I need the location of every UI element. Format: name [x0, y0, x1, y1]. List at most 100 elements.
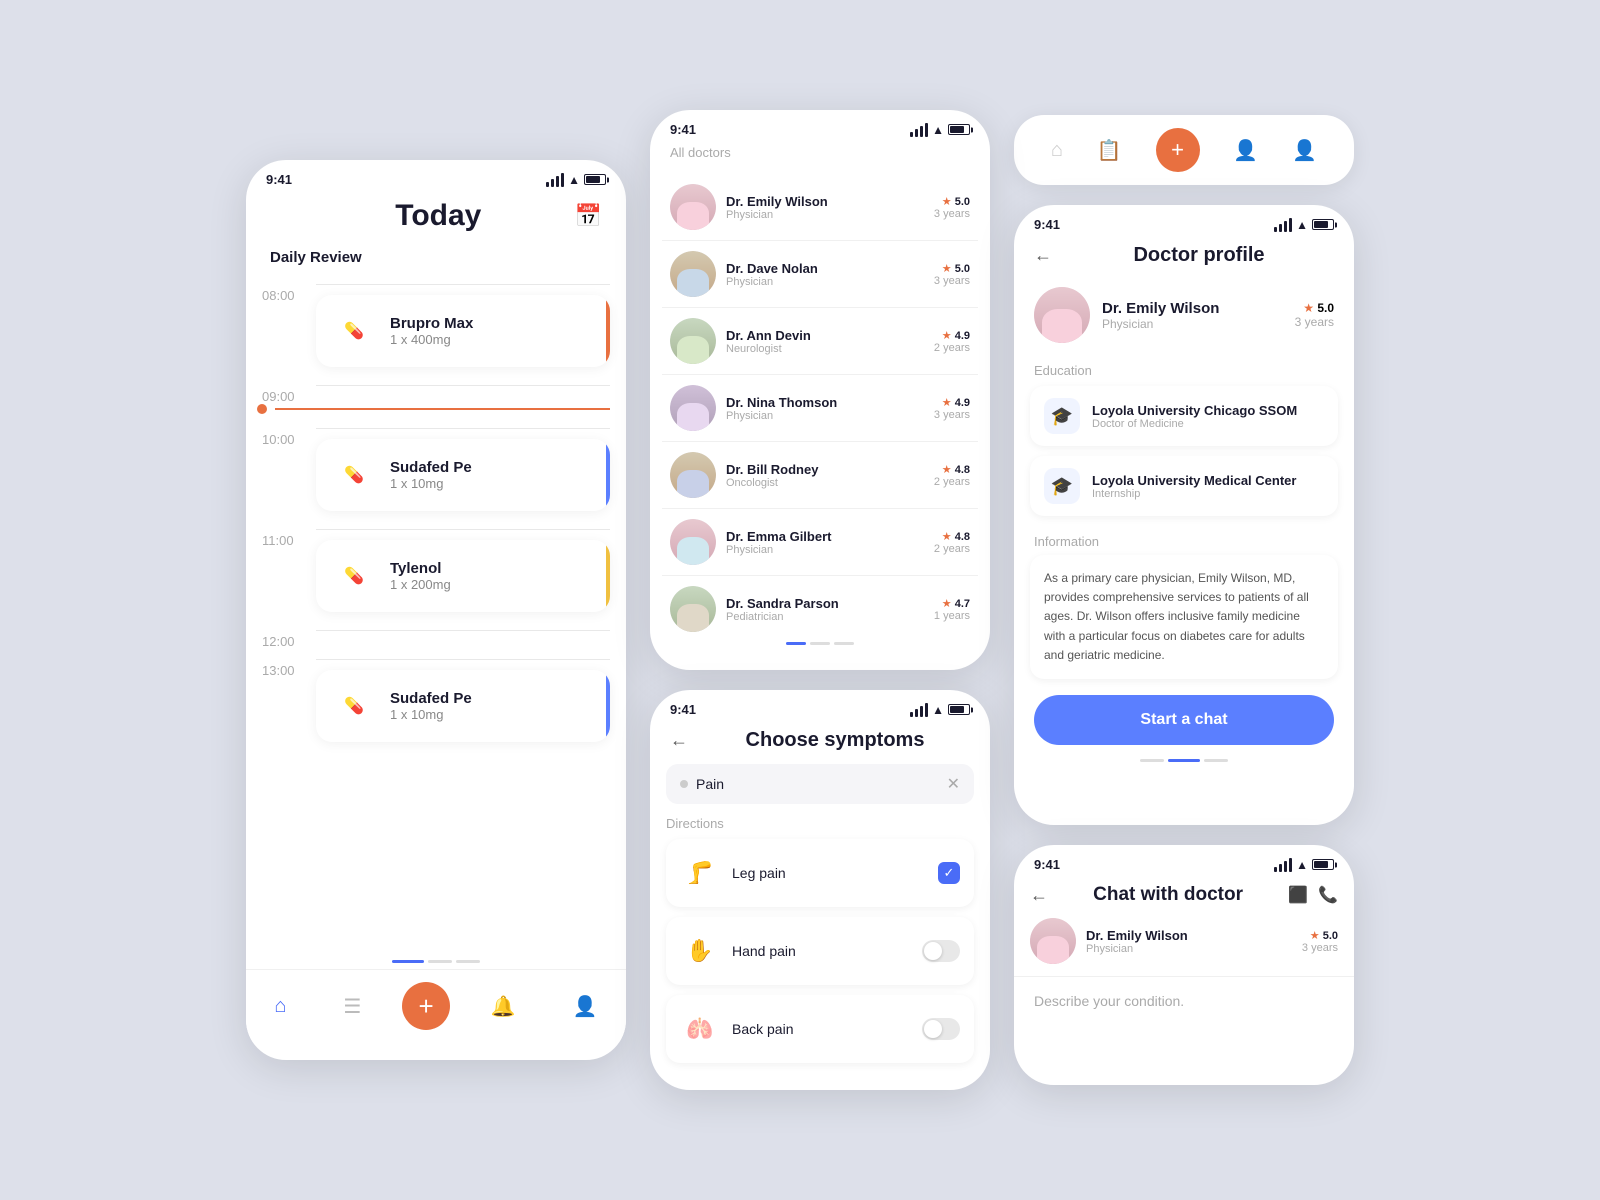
doctor-row-2[interactable]: Dr. Ann Devin Neurologist ★ 4.9 2 years: [662, 308, 978, 375]
profile-doctor-info: Dr. Emily Wilson Physician: [1102, 300, 1283, 331]
avatar-face-1: [670, 251, 716, 297]
med-card-brupro[interactable]: 💊 Brupro Max 1 x 400mg: [316, 295, 610, 367]
symptoms-search-bar[interactable]: Pain ✕: [666, 764, 974, 804]
edu-school-1: Loyola University Medical Center: [1092, 473, 1296, 488]
doctor-row-4[interactable]: Dr. Bill Rodney Oncologist ★ 4.8 2 years: [662, 442, 978, 509]
now-dot: [257, 404, 267, 414]
time-label-1100: 11:00: [262, 519, 304, 548]
doctor-row-6[interactable]: Dr. Sandra Parson Pediatrician ★ 4.7 1 y…: [662, 576, 978, 634]
chat-back-button[interactable]: ←: [1030, 885, 1048, 906]
doctor-info-5: Dr. Emma Gilbert Physician: [726, 529, 924, 556]
battery-icon-doctors: [948, 124, 970, 135]
screen-symptoms: 9:41 ▲ ← Choose symptoms Pain ✕ Directio…: [650, 690, 990, 1090]
profile-title: Doctor profile: [1064, 244, 1334, 267]
today-title: Today: [302, 199, 575, 233]
med-name-tylenol: Tylenol: [390, 560, 596, 577]
bell-icon: 🔔: [491, 994, 516, 1019]
nav-bell[interactable]: 🔔: [475, 990, 532, 1023]
med-card-sudafed2[interactable]: 💊 Sudafed Pe 1 x 10mg: [316, 670, 610, 742]
video-call-icon[interactable]: ⬛: [1288, 885, 1308, 905]
scroll-dot-3: [834, 642, 854, 645]
topnav-home-icon[interactable]: ⌂: [1051, 139, 1063, 162]
scroll-indicator-doctors: [650, 634, 990, 653]
chat-doctor-spec: Physician: [1086, 943, 1292, 955]
doctor-spec-5: Physician: [726, 544, 924, 556]
med-card-sudafed1[interactable]: 💊 Sudafed Pe 1 x 10mg: [316, 439, 610, 511]
med-dose-sudafed2: 1 x 10mg: [390, 707, 596, 722]
doctor-row-3[interactable]: Dr. Nina Thomson Physician ★ 4.9 3 years: [662, 375, 978, 442]
status-icons-symptoms: ▲: [910, 703, 970, 717]
edu-card-1: 🎓 Loyola University Medical Center Inter…: [1030, 456, 1338, 516]
profile-avatar-face: [1034, 287, 1090, 343]
nav-profile[interactable]: 👤: [557, 990, 614, 1023]
symptom-back-pain[interactable]: 🫁 Back pain: [666, 995, 974, 1063]
profile-doctor-avatar: [1034, 287, 1090, 343]
edu-degree-1: Internship: [1092, 488, 1296, 500]
avatar-face-4: [670, 452, 716, 498]
doctor-name-0: Dr. Emily Wilson: [726, 194, 924, 209]
signal-icon-profile: [1274, 218, 1292, 232]
calendar-button[interactable]: 📅: [575, 203, 602, 229]
screen-today: 9:41 ▲ Today 📅 Daily Review 08:00 💊: [246, 160, 626, 1060]
edu-icon-1: 🎓: [1044, 468, 1080, 504]
doctor-row-1[interactable]: Dr. Dave Nolan Physician ★ 5.0 3 years: [662, 241, 978, 308]
avatar-face-2: [670, 318, 716, 364]
doctor-avatar-0: [670, 184, 716, 230]
edu-icon-0: 🎓: [1044, 398, 1080, 434]
symptom-leg-name: Leg pain: [732, 865, 926, 881]
now-line-bar: [275, 408, 610, 410]
status-bar-profile: 9:41 ▲: [1014, 205, 1354, 236]
med-info-tylenol: Tylenol 1 x 200mg: [390, 560, 596, 592]
symptoms-back-button[interactable]: ←: [670, 730, 688, 751]
symptom-back-toggle[interactable]: [922, 1018, 960, 1040]
search-clear-button[interactable]: ✕: [947, 774, 960, 794]
topnav-plus-button[interactable]: +: [1156, 128, 1200, 172]
back-icon: 🫁: [680, 1009, 720, 1049]
med-dose-brupro: 1 x 400mg: [390, 332, 596, 347]
battery-icon-symptoms: [948, 704, 970, 715]
symptom-hand-pain[interactable]: ✋ Hand pain: [666, 917, 974, 985]
med-indicator-sudafed1: [606, 439, 610, 511]
toggle-knob-back: [924, 1020, 942, 1038]
avatar-face-0: [670, 184, 716, 230]
profile-back-button[interactable]: ←: [1034, 245, 1052, 266]
symptom-leg-check[interactable]: ✓: [938, 862, 960, 884]
status-time-chat: 9:41: [1034, 857, 1060, 872]
doctor-rating-1: ★ 5.0 3 years: [934, 262, 970, 287]
doctor-spec-0: Physician: [726, 209, 924, 221]
symptom-hand-toggle[interactable]: [922, 940, 960, 962]
chat-doctor-avatar: [1030, 918, 1076, 964]
time-label-1200: 12:00: [262, 620, 304, 649]
doctor-avatar-5: [670, 519, 716, 565]
chat-doctor-row: Dr. Emily Wilson Physician ★ 5.0 3 years: [1014, 918, 1354, 977]
topnav-person-icon[interactable]: 👤: [1292, 138, 1317, 163]
leg-icon: 🦵: [680, 853, 720, 893]
symptom-leg-pain[interactable]: 🦵 Leg pain ✓: [666, 839, 974, 907]
chat-actions: ⬛ 📞: [1288, 885, 1338, 905]
status-bar-today: 9:41 ▲: [246, 160, 626, 191]
topnav-person-outline-icon[interactable]: 👤: [1233, 138, 1258, 163]
doctor-row-5[interactable]: Dr. Emma Gilbert Physician ★ 4.8 2 years: [662, 509, 978, 576]
phone-call-icon[interactable]: 📞: [1318, 885, 1338, 905]
status-icons-profile: ▲: [1274, 218, 1334, 232]
doctor-row-0[interactable]: Dr. Emily Wilson Physician ★ 5.0 3 years: [662, 174, 978, 241]
med-card-tylenol[interactable]: 💊 Tylenol 1 x 200mg: [316, 540, 610, 612]
doctor-name-2: Dr. Ann Devin: [726, 328, 924, 343]
bottom-nav-today: ⌂ ☰ + 🔔 👤: [246, 969, 626, 1042]
nav-home[interactable]: ⌂: [258, 991, 302, 1022]
battery-icon-chat: [1312, 859, 1334, 870]
profile-dot-1: [1140, 759, 1164, 762]
search-dot-icon: [680, 780, 688, 788]
start-chat-button[interactable]: Start a chat: [1034, 695, 1334, 745]
doctor-info-0: Dr. Emily Wilson Physician: [726, 194, 924, 221]
doctor-rating-4: ★ 4.8 2 years: [934, 463, 970, 488]
home-icon: ⌂: [274, 995, 286, 1018]
all-doctors-label: All doctors: [670, 145, 970, 160]
nav-list[interactable]: ☰: [327, 990, 377, 1023]
nav-plus-button[interactable]: +: [402, 982, 450, 1030]
chat-doctor-rating: ★ 5.0 3 years: [1302, 929, 1338, 954]
info-section-label: Information: [1014, 526, 1354, 555]
doctor-rating-0: ★ 5.0 3 years: [934, 195, 970, 220]
topnav-clipboard-icon[interactable]: 📋: [1097, 138, 1122, 163]
time-slot-1100: 11:00 💊 Tylenol 1 x 200mg: [262, 519, 610, 620]
